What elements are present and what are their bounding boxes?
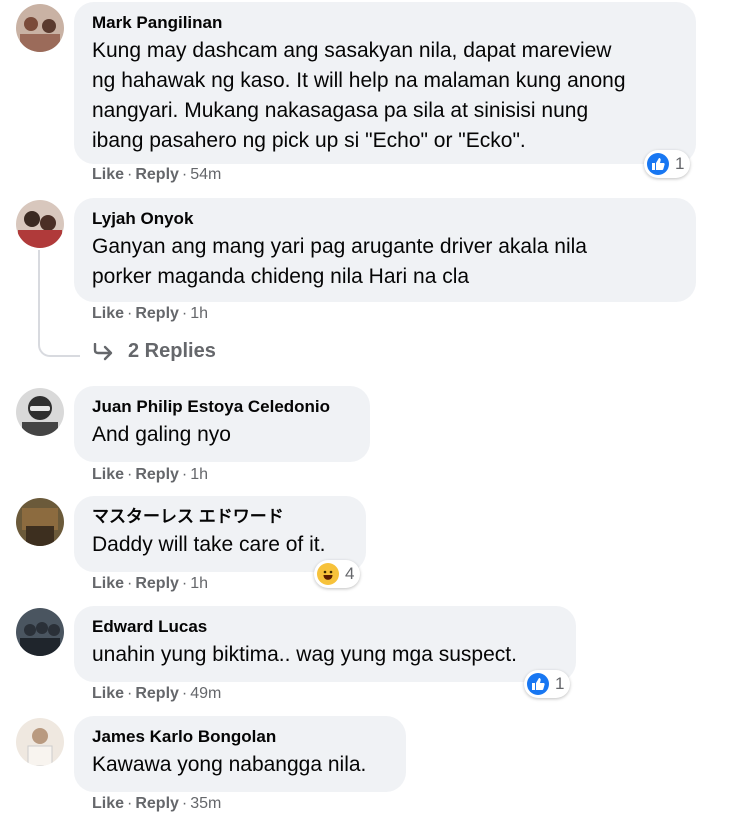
haha-icon (317, 563, 339, 585)
reply-button[interactable]: Reply (135, 685, 179, 702)
replies-count-label: 2 Replies (128, 340, 216, 362)
comment-bubble: Juan Philip Estoya Celedonio And galing … (74, 386, 370, 462)
reaction-count: 4 (345, 564, 355, 583)
comment-text-line: Daddy will take care of it. (92, 533, 326, 556)
reaction-badge[interactable]: 1 (644, 150, 691, 178)
comment-text-line: Kawawa yong nabangga nila. (92, 753, 367, 776)
avatar[interactable] (16, 718, 64, 766)
comment-timestamp[interactable]: 1h (190, 305, 208, 322)
comment-actions: Like · Reply · 1h (92, 575, 209, 592)
comment-text-line: ng hahawak ng kaso. It will help na mala… (92, 69, 626, 92)
comment-timestamp[interactable]: 49m (190, 685, 221, 702)
comment-author[interactable]: Mark Pangilinan (92, 12, 678, 34)
avatar[interactable] (16, 498, 64, 546)
reaction-badge[interactable]: 4 (314, 560, 361, 588)
reply-button[interactable]: Reply (135, 305, 179, 322)
comment-author[interactable]: Edward Lucas (92, 616, 558, 638)
comment-text-line: And galing nyo (92, 423, 231, 446)
comment-actions: Like · Reply · 1h (92, 466, 209, 483)
comment-text-line: ibang pasahero ng pick up si "Echo" or "… (92, 129, 526, 152)
like-icon (527, 673, 549, 695)
reaction-count: 1 (555, 674, 565, 693)
reply-button[interactable]: Reply (135, 166, 179, 183)
comment-bubble: Lyjah Onyok Ganyan ang mang yari pag aru… (74, 198, 696, 302)
comment-author[interactable]: マスターレス エドワード (92, 506, 348, 528)
reply-arrow-icon (93, 342, 113, 360)
reply-button[interactable]: Reply (135, 795, 179, 812)
comment-bubble: Mark Pangilinan Kung may dashcam ang sas… (74, 2, 696, 164)
comment-text-line: porker maganda chideng nila Hari na cla (92, 265, 470, 288)
comment-timestamp[interactable]: 35m (190, 795, 221, 812)
avatar[interactable] (16, 388, 64, 436)
reply-button[interactable]: Reply (135, 575, 179, 592)
comment-timestamp[interactable]: 1h (190, 466, 208, 483)
comment-author[interactable]: James Karlo Bongolan (92, 726, 388, 748)
comment-actions: Like · Reply · 54m (92, 166, 222, 183)
comment-text-line: Ganyan ang mang yari pag arugante driver… (92, 235, 587, 258)
like-button[interactable]: Like (92, 795, 124, 812)
like-button[interactable]: Like (92, 305, 124, 322)
comment-actions: Like · Reply · 1h (92, 305, 209, 322)
like-button[interactable]: Like (92, 466, 124, 483)
comment-actions: Like · Reply · 35m (92, 795, 222, 812)
comment-text-line: nangyari. Mukang nakasagasa pa sila at s… (92, 99, 589, 122)
avatar[interactable] (16, 200, 64, 248)
comment-text-line: unahin yung biktima.. wag yung mga suspe… (92, 643, 517, 666)
thread-connector (38, 250, 80, 357)
like-button[interactable]: Like (92, 166, 124, 183)
comment-bubble: Edward Lucas unahin yung biktima.. wag y… (74, 606, 576, 682)
like-button[interactable]: Like (92, 575, 124, 592)
comment-bubble: James Karlo Bongolan Kawawa yong nabangg… (74, 716, 406, 792)
comment-timestamp[interactable]: 1h (190, 575, 208, 592)
comment-timestamp[interactable]: 54m (190, 166, 221, 183)
reaction-badge[interactable]: 1 (524, 670, 571, 698)
comment-actions: Like · Reply · 49m (92, 685, 222, 702)
comment-author[interactable]: Juan Philip Estoya Celedonio (92, 396, 352, 418)
reaction-count: 1 (675, 154, 685, 173)
avatar[interactable] (16, 608, 64, 656)
view-replies-button[interactable]: 2 Replies (92, 340, 216, 363)
avatar[interactable] (16, 4, 64, 52)
reply-button[interactable]: Reply (135, 466, 179, 483)
like-button[interactable]: Like (92, 685, 124, 702)
comment-author[interactable]: Lyjah Onyok (92, 208, 678, 230)
comment-text-line: Kung may dashcam ang sasakyan nila, dapa… (92, 39, 612, 62)
like-icon (647, 153, 669, 175)
